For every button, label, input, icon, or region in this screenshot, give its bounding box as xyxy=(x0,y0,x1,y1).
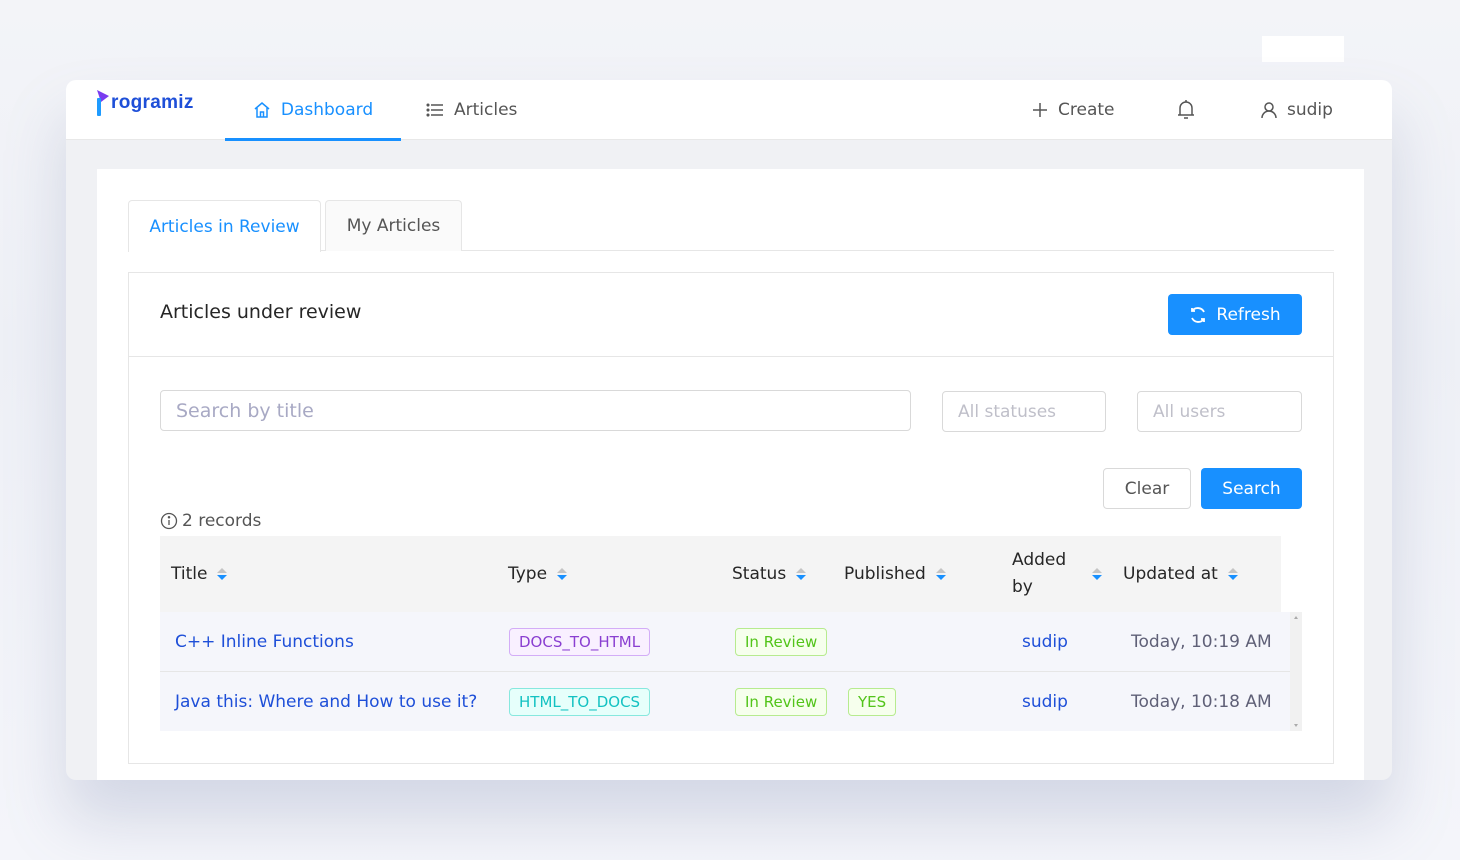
status-badge: In Review xyxy=(735,688,828,716)
updated-at-cell: Today, 10:18 AM xyxy=(1131,692,1272,712)
column-header-title[interactable]: Title xyxy=(171,536,228,612)
refresh-button[interactable]: Refresh xyxy=(1168,294,1302,335)
status-cell: In Review xyxy=(735,612,828,672)
column-label: Updated at xyxy=(1123,563,1218,584)
card-title: Articles under review xyxy=(160,301,362,323)
list-icon xyxy=(426,103,443,117)
published-badge: YES xyxy=(848,688,897,716)
nav-dashboard[interactable]: Dashboard xyxy=(225,80,401,141)
tab-articles-in-review[interactable]: Articles in Review xyxy=(128,200,321,252)
clear-button[interactable]: Clear xyxy=(1103,468,1191,509)
column-header-type[interactable]: Type xyxy=(508,536,568,612)
sort-icon[interactable] xyxy=(217,568,228,580)
column-label: Published xyxy=(844,563,926,584)
type-cell: HTML_TO_DOCS xyxy=(509,672,651,732)
records-text: 2 records xyxy=(182,511,262,531)
logo-text: rogramiz xyxy=(111,92,194,113)
card-header: Articles under review Refresh xyxy=(129,273,1333,357)
info-icon xyxy=(160,512,178,530)
main-content: Articles in Review My Articles Articles … xyxy=(97,169,1364,780)
sort-icon[interactable] xyxy=(557,568,568,580)
top-navigation: rogramiz Dashboard Articles Create sudip xyxy=(66,80,1392,141)
added-by-link[interactable]: sudip xyxy=(1022,672,1068,732)
column-label: Title xyxy=(171,563,208,584)
create-label: Create xyxy=(1058,100,1115,120)
table-row[interactable]: Java this: Where and How to use it? HTML… xyxy=(160,671,1290,731)
added-by-link[interactable]: sudip xyxy=(1022,612,1068,672)
type-tag: HTML_TO_DOCS xyxy=(509,688,651,716)
sort-icon[interactable] xyxy=(796,568,807,580)
logo-mark-icon xyxy=(97,90,109,116)
status-filter-select[interactable]: All statuses xyxy=(942,391,1106,432)
refresh-label: Refresh xyxy=(1216,304,1281,325)
column-header-updated-at[interactable]: Updated at xyxy=(1123,536,1238,612)
search-button[interactable]: Search xyxy=(1201,468,1302,509)
create-button[interactable]: Create xyxy=(1032,80,1115,140)
type-cell: DOCS_TO_HTML xyxy=(509,612,651,672)
article-title-link[interactable]: C++ Inline Functions xyxy=(175,612,354,672)
users-filter-select[interactable]: All users xyxy=(1137,391,1302,432)
tab-my-articles[interactable]: My Articles xyxy=(325,200,462,251)
plus-icon xyxy=(1033,103,1047,117)
articles-table: Title Type Status Published Added by Upd… xyxy=(160,536,1302,731)
search-title-input[interactable]: Search by title xyxy=(160,390,911,431)
table-body: C++ Inline Functions DOCS_TO_HTML In Rev… xyxy=(160,612,1290,731)
sync-icon xyxy=(1191,306,1206,323)
status-badge: In Review xyxy=(735,628,828,656)
records-count: 2 records xyxy=(160,511,261,531)
sort-icon[interactable] xyxy=(935,568,946,580)
username-label: sudip xyxy=(1287,100,1333,120)
scroll-down-icon[interactable] xyxy=(1294,724,1298,727)
corner-decoration xyxy=(1262,36,1344,62)
article-title-link[interactable]: Java this: Where and How to use it? xyxy=(175,672,477,732)
table-header: Title Type Status Published Added by Upd… xyxy=(160,536,1281,612)
status-cell: In Review xyxy=(735,672,828,732)
article-tabs: Articles in Review My Articles xyxy=(128,200,1334,252)
user-icon xyxy=(1261,101,1277,118)
table-row[interactable]: C++ Inline Functions DOCS_TO_HTML In Rev… xyxy=(160,612,1290,672)
updated-at-cell: Today, 10:19 AM xyxy=(1131,632,1272,652)
table-scrollbar[interactable] xyxy=(1290,612,1302,731)
home-icon xyxy=(254,102,270,118)
app-window: rogramiz Dashboard Articles Create sudip… xyxy=(66,80,1392,780)
nav-dashboard-label: Dashboard xyxy=(280,100,374,120)
sort-icon[interactable] xyxy=(1092,568,1102,580)
column-header-published[interactable]: Published xyxy=(844,536,946,612)
published-cell: YES xyxy=(848,672,897,732)
articles-card: Articles under review Refresh Search by … xyxy=(128,272,1334,764)
notifications-button[interactable] xyxy=(1176,80,1206,140)
column-header-added-by[interactable]: Added by xyxy=(1012,536,1112,612)
user-menu[interactable]: sudip xyxy=(1261,80,1333,140)
bell-icon xyxy=(1178,100,1194,119)
column-header-status[interactable]: Status xyxy=(732,536,807,612)
nav-articles-label: Articles xyxy=(454,100,518,120)
programiz-logo[interactable]: rogramiz xyxy=(96,89,194,117)
nav-articles[interactable]: Articles xyxy=(426,80,517,140)
column-label: Type xyxy=(508,563,548,584)
sort-icon[interactable] xyxy=(1227,568,1238,580)
column-label: Status xyxy=(732,563,787,584)
scroll-up-icon[interactable] xyxy=(1294,616,1298,619)
column-label: Added by xyxy=(1012,550,1067,597)
type-tag: DOCS_TO_HTML xyxy=(509,628,651,656)
